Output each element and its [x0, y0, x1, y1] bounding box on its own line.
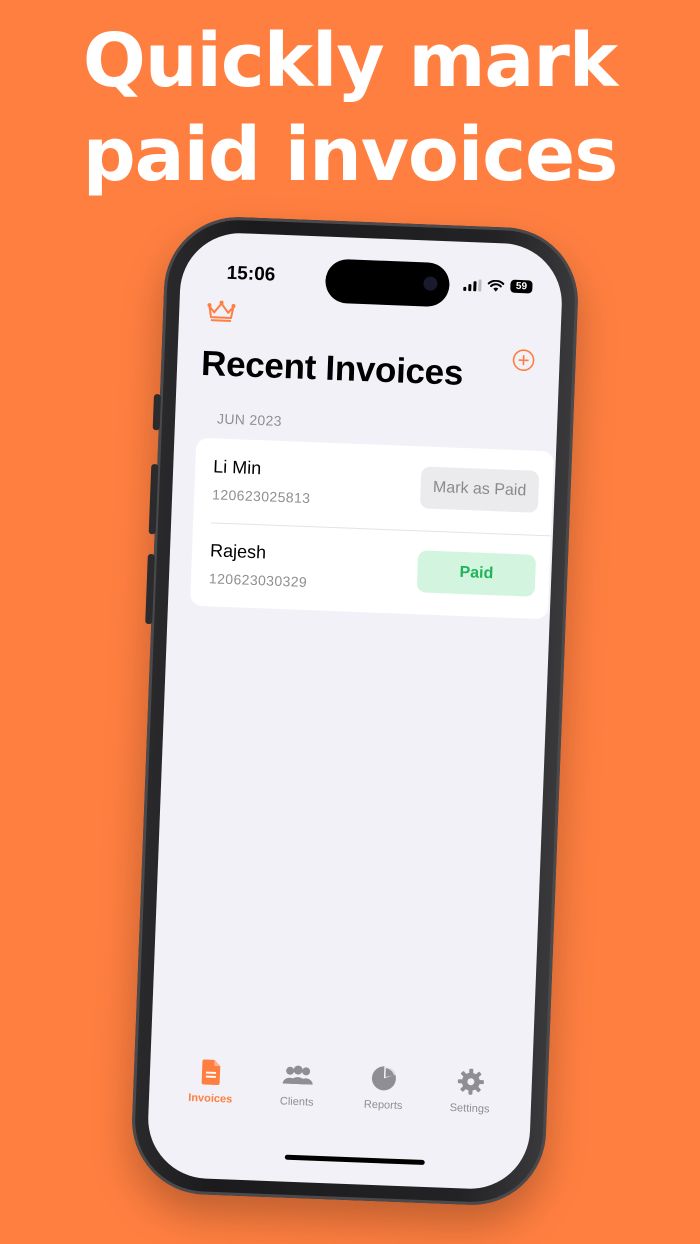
plus-circle-icon[interactable]	[511, 348, 536, 373]
invoice-row[interactable]: Li Min 120623025813 Mark as Paid	[193, 438, 554, 536]
gear-icon	[457, 1068, 484, 1095]
tab-label: Reports	[363, 1098, 403, 1113]
mark-as-paid-button[interactable]: Mark as Paid	[419, 466, 540, 513]
invoice-number: 120623030329	[208, 570, 308, 591]
phone-device: 15:06 59 Recent Invoices JUN 2023 Li Min…	[129, 214, 581, 1208]
wifi-icon	[487, 279, 505, 292]
client-name: Li Min	[212, 456, 262, 479]
invoice-number: 120623025813	[211, 486, 311, 507]
client-name: Rajesh	[209, 540, 267, 563]
tab-bar: Invoices Clients Reports Settings	[148, 1054, 532, 1139]
tab-label: Settings	[449, 1101, 490, 1116]
home-indicator[interactable]	[284, 1154, 425, 1166]
page-title: Recent Invoices	[200, 343, 464, 393]
tab-label: Invoices	[188, 1091, 233, 1106]
paid-status-button[interactable]: Paid	[416, 550, 537, 597]
tab-reports[interactable]: Reports	[340, 1062, 428, 1113]
battery-icon: 59	[510, 279, 533, 294]
dynamic-island	[324, 258, 451, 308]
cellular-signal-icon	[463, 278, 482, 292]
status-indicators: 59	[463, 278, 533, 294]
invoice-row[interactable]: Rajesh 120623030329 Paid	[190, 522, 551, 620]
document-icon	[201, 1059, 221, 1086]
action-button	[152, 394, 162, 431]
invoice-list: Li Min 120623025813 Mark as Paid Rajesh …	[189, 437, 555, 620]
camera-icon	[423, 276, 438, 291]
section-header-month: JUN 2023	[216, 410, 283, 429]
pie-chart-icon	[372, 1066, 397, 1091]
marketing-headline: Quickly mark paid invoices	[0, 14, 700, 202]
crown-icon[interactable]	[205, 298, 238, 323]
status-time: 15:06	[226, 262, 276, 286]
tab-label: Clients	[279, 1095, 314, 1109]
tab-clients[interactable]: Clients	[253, 1058, 341, 1109]
tab-invoices[interactable]: Invoices	[167, 1055, 255, 1106]
app-screen: 15:06 59 Recent Invoices JUN 2023 Li Min…	[145, 231, 565, 1191]
tab-settings[interactable]: Settings	[426, 1065, 514, 1116]
people-icon	[282, 1065, 313, 1085]
headline-line-2: paid invoices	[82, 112, 619, 198]
headline-line-1: Quickly mark	[82, 18, 618, 104]
